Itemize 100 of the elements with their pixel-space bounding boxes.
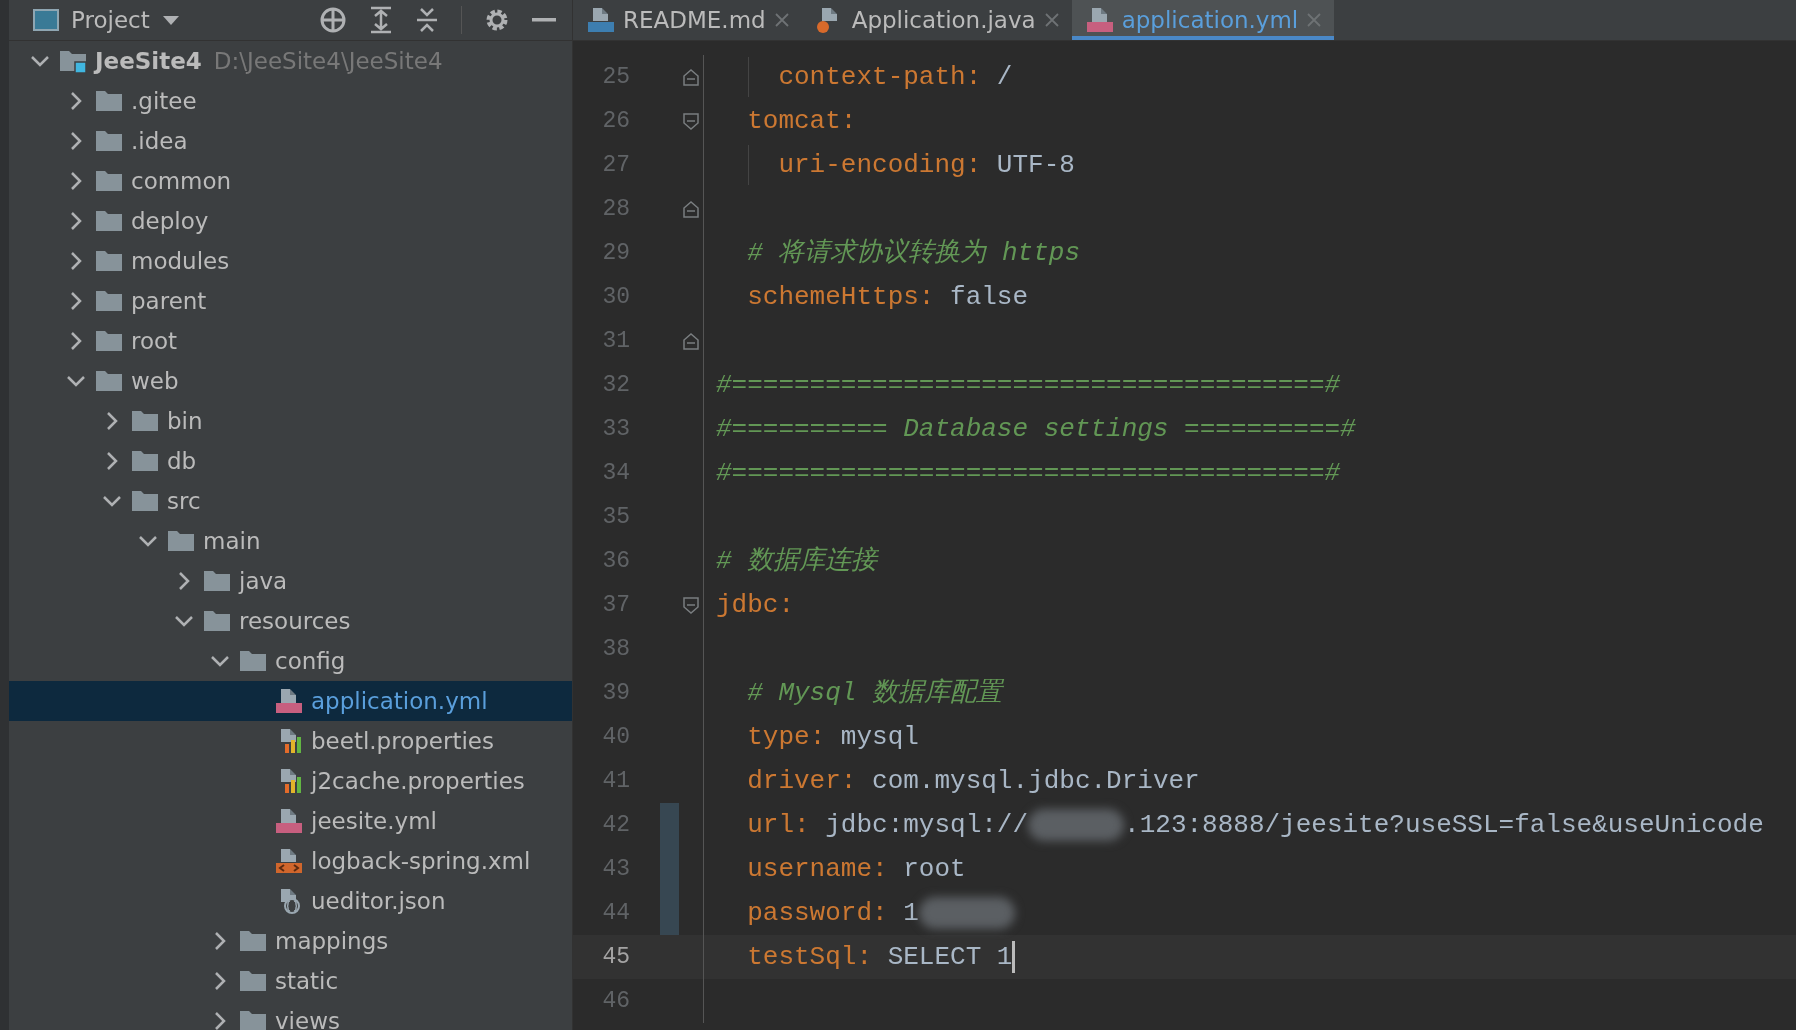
tree-item[interactable]: application.yml <box>9 681 572 721</box>
code-text: : <box>778 588 795 622</box>
tree-item[interactable]: config <box>9 641 572 681</box>
code-text: url <box>746 808 794 842</box>
code-text: testSql <box>746 940 857 974</box>
code-text: jdbc <box>716 588 779 622</box>
project-window-icon <box>33 9 59 31</box>
line-number: 34 <box>601 458 630 488</box>
folder-icon <box>95 88 123 114</box>
tree-item[interactable]: web <box>9 361 572 401</box>
tree-item[interactable]: src <box>9 481 572 521</box>
line-number: 44 <box>601 898 630 928</box>
folder-icon <box>203 568 231 594</box>
folder-icon <box>239 1008 267 1030</box>
code-text: type <box>746 720 810 754</box>
tree-item[interactable]: parent <box>9 281 572 321</box>
tree-item[interactable]: mappings <box>9 921 572 961</box>
code-text: : <box>840 764 858 798</box>
fold-icon[interactable] <box>682 331 700 351</box>
code-text: : <box>856 940 874 974</box>
line-number: 45 <box>601 942 630 972</box>
fold-icon[interactable] <box>682 595 700 615</box>
code-text: uri-encoding <box>777 148 966 182</box>
fold-icon[interactable] <box>682 111 700 131</box>
tree-item[interactable]: main <box>9 521 572 561</box>
tree-item[interactable]: db <box>9 441 572 481</box>
folder-icon <box>131 408 159 434</box>
code-text: : <box>918 280 936 314</box>
code-text: false <box>950 280 1029 314</box>
tree-item[interactable]: resources <box>9 601 572 641</box>
line-number: 29 <box>601 238 630 268</box>
tree-item[interactable]: deploy <box>9 201 572 241</box>
tree-item[interactable]: jeesite.yml <box>9 801 572 841</box>
code-text: tomcat <box>746 104 841 138</box>
code-text: jdbc:mysql:// <box>825 808 1029 842</box>
tree-item[interactable]: beetl.properties <box>9 721 572 761</box>
tree-item[interactable]: j2cache.properties <box>9 761 572 801</box>
tree-item[interactable]: root <box>9 321 572 361</box>
folder-icon <box>239 968 267 994</box>
line-number: 42 <box>601 810 630 840</box>
yml-file-icon <box>275 688 303 714</box>
tree-item[interactable]: common <box>9 161 572 201</box>
folder-icon <box>95 208 123 234</box>
text-caret <box>1012 941 1016 973</box>
folder-icon <box>203 608 231 634</box>
line-number: 39 <box>601 678 630 708</box>
yml-file-icon <box>1085 7 1114 33</box>
fold-icon[interactable] <box>682 199 700 219</box>
tree-item[interactable]: JeeSite4 D:\JeeSite4\JeeSite4 <box>9 41 572 81</box>
code-text: com.mysql.jdbc.Driver <box>872 764 1200 798</box>
code-text: schemeHttps <box>746 280 919 314</box>
tree-item[interactable]: .idea <box>9 121 572 161</box>
line-number: 38 <box>601 634 630 664</box>
code-text: : <box>872 896 889 930</box>
collapse-all-icon[interactable] <box>415 6 439 34</box>
code-text: # 将请求协议转换为 https <box>746 236 1081 270</box>
line-number: 27 <box>601 150 630 180</box>
tree-item[interactable]: java <box>9 561 572 601</box>
code-text: / <box>996 60 1013 94</box>
settings-icon[interactable] <box>484 7 510 33</box>
tree-item[interactable]: .gitee <box>9 81 572 121</box>
dropdown-caret-icon[interactable] <box>161 14 180 26</box>
tree-item[interactable]: bin <box>9 401 572 441</box>
code-text: #======================================# <box>716 368 1341 402</box>
tree-item[interactable]: modules <box>9 241 572 281</box>
tree-item[interactable]: views <box>9 1001 572 1030</box>
project-path-label: D:\JeeSite4\JeeSite4 <box>213 46 443 76</box>
folder-icon <box>131 488 159 514</box>
line-number: 33 <box>601 414 630 444</box>
panel-title[interactable]: Project <box>71 2 150 38</box>
tree-item[interactable]: static <box>9 961 572 1001</box>
line-number: 25 <box>601 62 630 92</box>
editor-tab[interactable]: application.yml <box>1071 0 1335 40</box>
line-number: 35 <box>601 502 630 532</box>
code-text: driver <box>746 764 841 798</box>
module-folder-icon <box>59 48 87 74</box>
fold-icon[interactable] <box>682 67 700 87</box>
folder-icon <box>95 368 123 394</box>
code-text: : <box>794 808 811 842</box>
folder-icon <box>95 288 123 314</box>
code-text: : <box>965 148 983 182</box>
minimize-icon[interactable] <box>532 17 556 23</box>
code-text: #========== Database settings ==========# <box>716 412 1356 446</box>
code-text: : <box>872 852 889 886</box>
editor-tab[interactable]: Application.java <box>801 0 1072 40</box>
folder-icon <box>95 328 123 354</box>
tree-item[interactable]: ueditor.json <box>9 881 572 921</box>
xml-file-icon <box>275 848 303 874</box>
line-number: 31 <box>601 326 630 356</box>
expand-all-icon[interactable] <box>369 6 393 34</box>
code-text: context-path <box>777 60 966 94</box>
editor-tab[interactable]: README.md <box>573 0 802 40</box>
line-number: 40 <box>601 722 630 752</box>
markdown-file-icon <box>587 7 615 33</box>
tree-item[interactable]: logback-spring.xml <box>9 841 572 881</box>
folder-icon <box>95 128 123 154</box>
line-number: 43 <box>601 854 630 884</box>
crosshair-icon[interactable] <box>319 6 347 34</box>
folder-icon <box>95 248 123 274</box>
code-text: # 数据库连接 <box>716 544 878 578</box>
